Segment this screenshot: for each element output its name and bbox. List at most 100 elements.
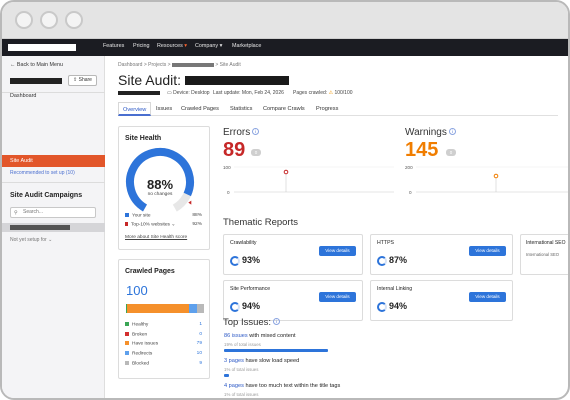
crawled-pages-row[interactable]: Redirects bbox=[125, 351, 152, 357]
crawled-pages-bar-segment[interactable] bbox=[196, 304, 204, 313]
report-score: 93% bbox=[242, 255, 261, 265]
tab-overview[interactable]: Overview bbox=[118, 102, 152, 116]
report-crawlability: Crawlability View details 93% bbox=[223, 234, 363, 275]
info-icon[interactable]: i bbox=[273, 318, 281, 325]
page-title: Site Audit: bbox=[118, 72, 182, 88]
campaign-search-input[interactable]: ⚲ Search... bbox=[10, 207, 96, 218]
not-set-up-label[interactable]: Not yet setup for ⌄ bbox=[10, 237, 52, 243]
report-name: Internal Linking bbox=[377, 286, 413, 292]
issue-bar bbox=[224, 349, 328, 352]
nav-pricing[interactable]: Pricing bbox=[133, 43, 149, 49]
warning-icon: ⚠ bbox=[328, 90, 334, 96]
crawled-pages-row-value[interactable]: 0 bbox=[199, 332, 202, 337]
tab-bar: Overview Issues Crawled Pages Statistics… bbox=[118, 102, 558, 116]
crawled-pages-title: Crawled Pages bbox=[125, 268, 175, 275]
device-label: ▭ Device: Desktop bbox=[167, 90, 210, 96]
nav-company[interactable]: Company ▾ bbox=[195, 43, 222, 49]
errors-axis-bottom: 0 bbox=[227, 190, 230, 195]
pages-crawled-label: Pages crawled: ⚠ 100/100 bbox=[293, 90, 353, 96]
warnings-count[interactable]: 145 bbox=[405, 139, 438, 162]
report-https: HTTPS View details 87% bbox=[370, 234, 513, 275]
errors-count[interactable]: 89 bbox=[223, 139, 245, 162]
view-details-button[interactable]: View details bbox=[469, 246, 506, 256]
errors-datapoint[interactable] bbox=[283, 169, 289, 175]
errors-sparkline bbox=[234, 166, 394, 193]
crawled-pages-row-value[interactable]: 10 bbox=[197, 351, 202, 356]
report-name: International SEO bbox=[526, 240, 566, 246]
nav-features[interactable]: Features bbox=[103, 43, 124, 49]
legend-swatch bbox=[125, 341, 129, 346]
legend-swatch bbox=[125, 331, 129, 336]
window-button-minimize[interactable] bbox=[40, 11, 58, 29]
browser-window: Features Pricing Resources ▾ Company ▾ M… bbox=[0, 0, 570, 400]
report-score: 94% bbox=[389, 301, 408, 311]
crawled-pages-row[interactable]: Blocked bbox=[125, 360, 149, 366]
crawled-pages-row[interactable]: Broken bbox=[125, 331, 147, 337]
info-icon[interactable]: i bbox=[252, 128, 260, 135]
tab-progress[interactable]: Progress bbox=[316, 102, 338, 116]
tab-compare-crawls[interactable]: Compare Crawls bbox=[263, 102, 305, 116]
crawled-pages-total[interactable]: 100 bbox=[126, 283, 148, 298]
report-internal-linking: Internal Linking View details 94% bbox=[370, 280, 513, 321]
crawled-pages-row-value[interactable]: 1 bbox=[199, 322, 202, 327]
campaign-list-item[interactable] bbox=[2, 223, 105, 232]
issue-bar bbox=[224, 374, 229, 377]
legend-swatch bbox=[125, 322, 129, 326]
crawled-pages-row-value[interactable]: 9 bbox=[199, 361, 202, 366]
breadcrumb-projects[interactable]: Projects bbox=[148, 62, 166, 68]
site-health-percent: 88% bbox=[146, 177, 174, 192]
share-icon: ⇪ bbox=[73, 77, 78, 83]
site-health-change: no changes bbox=[147, 192, 173, 197]
crawled-pages-bar-segment[interactable] bbox=[189, 304, 197, 313]
errors-axis-top: 100 bbox=[223, 165, 231, 170]
breadcrumb-dashboard[interactable]: Dashboard bbox=[118, 62, 142, 68]
view-details-button[interactable]: View details bbox=[319, 246, 356, 256]
crawled-pages-row[interactable]: Healthy bbox=[125, 322, 148, 328]
report-score: 94% bbox=[242, 301, 261, 311]
info-icon[interactable]: i bbox=[448, 128, 456, 135]
brand-logo[interactable] bbox=[8, 44, 76, 51]
issue-item[interactable]: 86 issues with mixed content bbox=[224, 333, 296, 339]
tab-statistics[interactable]: Statistics bbox=[230, 102, 252, 116]
nav-resources[interactable]: Resources ▾ bbox=[157, 43, 187, 49]
share-button[interactable]: ⇪ Share bbox=[68, 75, 97, 86]
legend-swatch bbox=[125, 351, 129, 356]
legend-your-site: Your site bbox=[125, 213, 151, 219]
window-button-close[interactable] bbox=[15, 11, 33, 29]
issue-item[interactable]: 3 pages have slow load speed bbox=[224, 358, 299, 364]
nav-marketplace[interactable]: Marketplace bbox=[232, 43, 261, 49]
view-details-button[interactable]: View details bbox=[469, 292, 506, 302]
domain-redacted bbox=[185, 76, 289, 85]
breadcrumb-project-redacted[interactable] bbox=[171, 62, 214, 67]
back-to-main-menu[interactable]: ← Back to Main Menu bbox=[10, 62, 63, 68]
score-ring-icon bbox=[377, 256, 387, 266]
report-name: Crawlability bbox=[230, 240, 257, 246]
warnings-sparkline bbox=[416, 166, 568, 193]
tab-issues[interactable]: Issues bbox=[156, 102, 172, 116]
sidebar-item-site-audit[interactable]: Site Audit bbox=[2, 155, 105, 167]
crawled-pages-row[interactable]: Have issues bbox=[125, 341, 158, 347]
crawled-pages-bar bbox=[126, 304, 204, 313]
site-health-more-link[interactable]: More about Site Health score bbox=[125, 235, 187, 240]
errors-delta: 0 bbox=[251, 149, 261, 156]
sidebar-item-dashboard[interactable]: Dashboard bbox=[10, 93, 36, 99]
top-10-marker-icon bbox=[188, 200, 192, 205]
crawled-pages-bar-segment[interactable] bbox=[126, 304, 190, 313]
report-name: HTTPS bbox=[377, 240, 395, 246]
warnings-datapoint[interactable] bbox=[493, 173, 499, 179]
score-ring-icon bbox=[230, 302, 240, 312]
issue-share: 19% of total issues bbox=[224, 342, 261, 347]
recommended-setup-link[interactable]: Recommended to set up (10) bbox=[10, 170, 75, 176]
sidebar: ← Back to Main Menu ⇪ Share Dashboard Si… bbox=[2, 56, 105, 398]
issue-share: 1% of total issues bbox=[224, 367, 259, 372]
view-details-button[interactable]: View details bbox=[319, 292, 356, 302]
tab-crawled-pages[interactable]: Crawled Pages bbox=[181, 102, 219, 116]
window-button-maximize[interactable] bbox=[65, 11, 83, 29]
legend-swatch bbox=[125, 360, 129, 365]
issue-item[interactable]: 4 pages have too much text within the ti… bbox=[224, 383, 340, 389]
main-content: Dashboard > Projects > > Site Audit Site… bbox=[106, 56, 568, 398]
chevron-down-icon[interactable]: ⌄ bbox=[171, 223, 175, 228]
chevron-down-icon: ⌄ bbox=[48, 237, 53, 243]
crawled-pages-row-value[interactable]: 79 bbox=[197, 341, 202, 346]
report-score: 87% bbox=[389, 255, 408, 265]
